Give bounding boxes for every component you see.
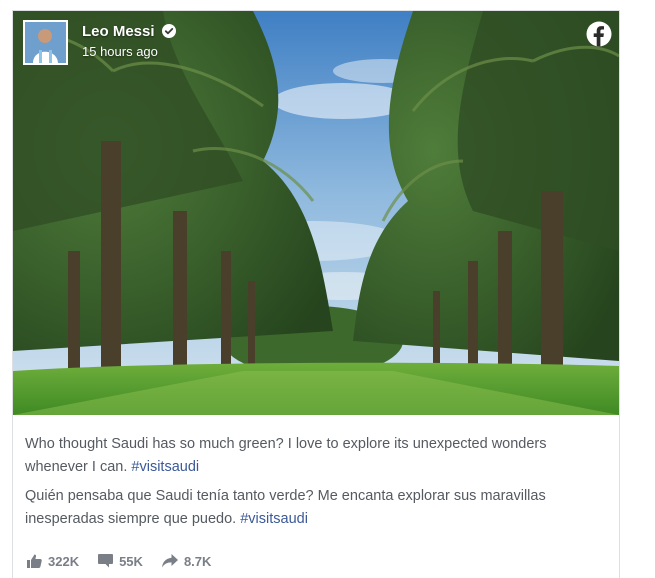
shares-stat[interactable]: 8.7K [161,553,212,569]
shares-count: 8.7K [183,553,212,569]
thumbs-up-icon [27,554,42,568]
author-avatar[interactable] [23,20,68,65]
verified-badge-icon [162,24,176,38]
comment-bubble-icon [98,554,114,568]
post-header: Leo Messi 15 hours ago [13,11,619,71]
caption-english-text: Who thought Saudi has so much green? I l… [25,436,547,475]
share-arrow-icon [161,554,178,568]
facebook-logo-icon[interactable] [586,21,612,47]
comments-stat[interactable]: 55K [98,554,143,569]
caption-spanish: Quién pensaba que Saudi tenía tanto verd… [25,485,605,531]
caption-english: Who thought Saudi has so much green? I l… [25,433,605,479]
author-name[interactable]: Leo Messi [82,23,155,40]
likes-count: 322K [48,553,80,569]
post-caption: Who thought Saudi has so much green? I l… [25,433,605,537]
post-timestamp[interactable]: 15 hours ago [82,44,158,59]
post-photo[interactable] [13,11,619,415]
comments-count: 55K [119,553,143,569]
hashtag-link[interactable]: #visitsaudi [131,459,199,475]
post-card: Leo Messi 15 hours ago Who thought Saudi… [12,10,620,578]
likes-stat[interactable]: 322K [27,554,79,569]
engagement-stats: 322K 55K 8.7K [27,551,230,571]
hashtag-link[interactable]: #visitsaudi [240,511,308,527]
